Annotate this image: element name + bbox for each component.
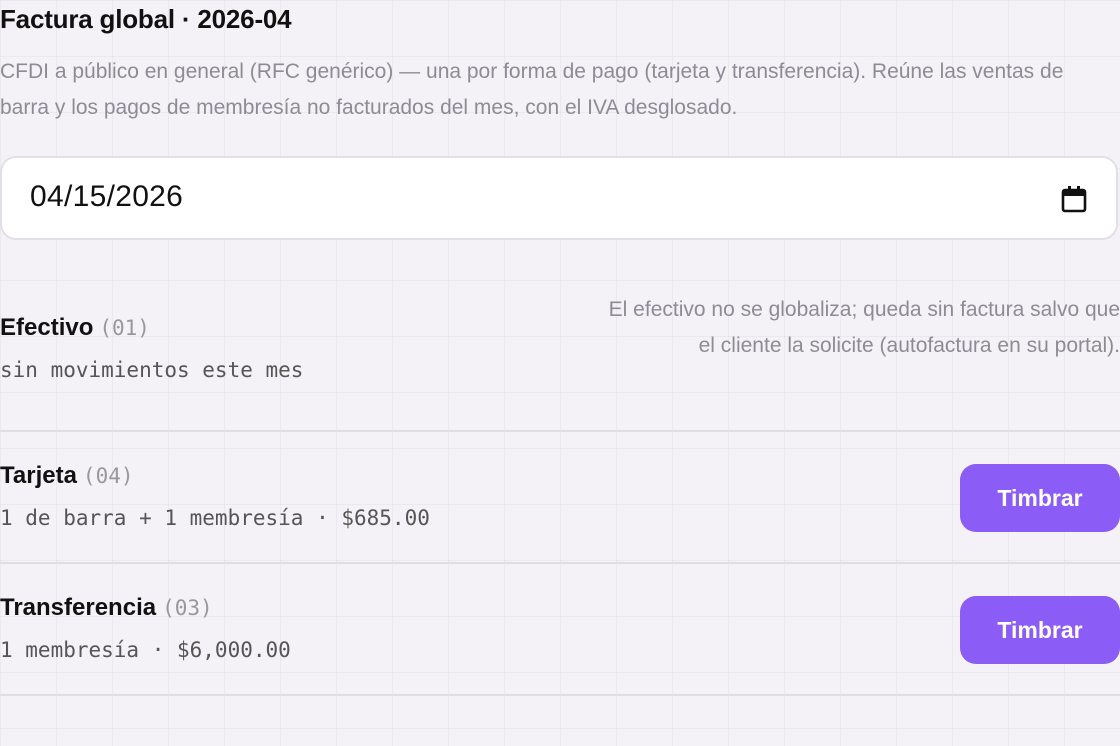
row-efectivo-name: Efectivo bbox=[0, 314, 94, 341]
row-tarjeta-name: Tarjeta bbox=[0, 462, 77, 489]
row-transferencia-detail: 1 membresía · $6,000.00 bbox=[0, 638, 291, 662]
row-efectivo-detail: sin movimientos este mes bbox=[0, 358, 304, 382]
efectivo-note: El efectivo no se globaliza; queda sin f… bbox=[608, 298, 1120, 357]
row-efectivo-code: (01) bbox=[99, 316, 150, 340]
page-title: Factura global · 2026-04 bbox=[0, 4, 292, 34]
row-tarjeta-title: Tarjeta (04) bbox=[0, 462, 134, 490]
row-transferencia-code: (03) bbox=[162, 596, 213, 620]
divider bbox=[0, 562, 1120, 564]
calendar-icon[interactable] bbox=[1060, 184, 1088, 214]
row-efectivo-title: Efectivo (01) bbox=[0, 314, 150, 342]
row-transferencia-title: Transferencia (03) bbox=[0, 594, 213, 622]
row-tarjeta-code: (04) bbox=[82, 464, 134, 488]
row-transferencia-name: Transferencia bbox=[0, 594, 157, 621]
date-input[interactable]: 04/15/2026 bbox=[0, 156, 1118, 240]
timbrar-tarjeta-button[interactable]: Timbrar bbox=[960, 464, 1120, 532]
timbrar-transferencia-button[interactable]: Timbrar bbox=[960, 596, 1120, 664]
page-description: CFDI a público en general (RFC genérico)… bbox=[0, 60, 1064, 119]
date-value[interactable]: 04/15/2026 bbox=[30, 180, 183, 214]
divider bbox=[0, 430, 1120, 432]
row-tarjeta-detail: 1 de barra + 1 membresía · $685.00 bbox=[0, 506, 430, 530]
divider bbox=[0, 694, 1120, 696]
